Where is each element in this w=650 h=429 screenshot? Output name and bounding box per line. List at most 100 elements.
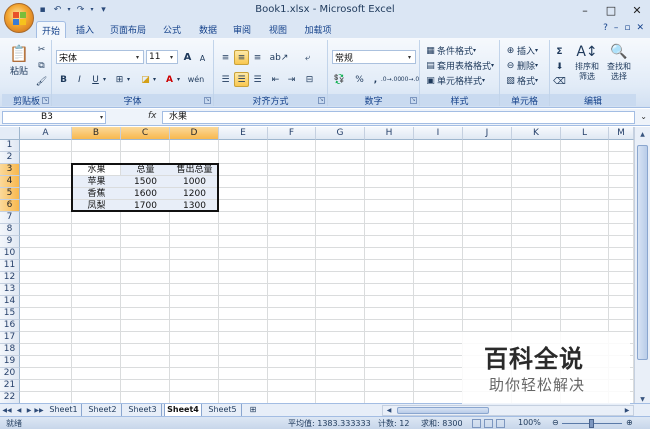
vertical-scroll-thumb[interactable] <box>637 145 648 360</box>
percent-button[interactable]: % <box>352 72 367 87</box>
row-header-13[interactable]: 13 <box>0 284 20 296</box>
minimize-button[interactable]: – <box>572 0 598 20</box>
increase-decimal-icon[interactable]: .0→.00 <box>381 72 401 87</box>
fill-icon[interactable]: ⬇ <box>552 59 567 74</box>
next-sheet-icon[interactable]: ▶ <box>24 405 34 416</box>
help-icon[interactable]: ? <box>603 23 608 33</box>
row-header-10[interactable]: 10 <box>0 248 20 260</box>
row-header-3[interactable]: 3 <box>0 164 20 176</box>
column-header-b[interactable]: B <box>72 127 121 140</box>
row-header-4[interactable]: 4 <box>0 176 20 188</box>
name-box[interactable]: B3 ▾ <box>2 111 106 124</box>
zoom-out-icon[interactable]: ⊖ <box>552 418 559 427</box>
number-launcher[interactable]: ↘ <box>410 97 417 104</box>
align-left-icon[interactable]: ☰ <box>218 72 233 87</box>
row-header-6[interactable]: 6 <box>0 200 20 212</box>
ribbon-minimize[interactable]: – <box>614 23 619 33</box>
align-bottom-icon[interactable]: ≡ <box>250 50 265 65</box>
tab-home[interactable]: 开始 <box>36 21 66 38</box>
column-header-l[interactable]: L <box>561 127 609 140</box>
column-header-a[interactable]: A <box>20 127 72 140</box>
tab-formulas[interactable]: 公式 <box>158 21 186 38</box>
row-header-18[interactable]: 18 <box>0 344 20 356</box>
alignment-launcher[interactable]: ↘ <box>318 97 325 104</box>
ribbon-close[interactable]: ✕ <box>636 23 644 33</box>
sort-filter-button[interactable]: A↕ 排序和 筛选 <box>572 42 602 82</box>
row-header-14[interactable]: 14 <box>0 296 20 308</box>
align-top-icon[interactable]: ≡ <box>218 50 233 65</box>
increase-indent-icon[interactable]: ⇥ <box>284 72 299 87</box>
row-header-15[interactable]: 15 <box>0 308 20 320</box>
insert-sheet-icon[interactable]: ⊞ <box>244 404 262 416</box>
cut-icon[interactable]: ✂ <box>34 42 49 57</box>
prev-sheet-icon[interactable]: ◀ <box>14 405 24 416</box>
row-header-8[interactable]: 8 <box>0 224 20 236</box>
accounting-format-icon[interactable]: 💱 <box>332 72 347 87</box>
number-format-combo[interactable]: 常规 ▾ <box>332 50 416 64</box>
row-header-9[interactable]: 9 <box>0 236 20 248</box>
delete-button[interactable]: ⊖ 删除 ▾ <box>504 59 538 73</box>
decrease-decimal-icon[interactable]: .00→.0 <box>399 72 419 87</box>
fill-color-dropdown[interactable]: ▾ <box>151 72 158 87</box>
align-center-icon[interactable]: ☰ <box>234 72 249 87</box>
column-header-e[interactable]: E <box>219 127 268 140</box>
column-header-k[interactable]: K <box>512 127 561 140</box>
font-color-dropdown[interactable]: ▾ <box>175 72 182 87</box>
maximize-button[interactable]: □ <box>598 0 624 20</box>
column-header-h[interactable]: H <box>365 127 414 140</box>
grow-font-button[interactable]: A <box>180 50 195 65</box>
row-header-2[interactable]: 2 <box>0 152 20 164</box>
tab-addins[interactable]: 加载项 <box>300 21 336 38</box>
align-right-icon[interactable]: ☰ <box>250 72 265 87</box>
border-dropdown[interactable]: ▾ <box>125 72 132 87</box>
bold-button[interactable]: B <box>56 72 71 87</box>
row-header-11[interactable]: 11 <box>0 260 20 272</box>
tab-view[interactable]: 视图 <box>264 21 292 38</box>
sheet-tab-2[interactable]: Sheet2 <box>84 404 122 416</box>
row-header-17[interactable]: 17 <box>0 332 20 344</box>
tab-data[interactable]: 数据 <box>194 21 222 38</box>
find-select-button[interactable]: 🔍 查找和 选择 <box>604 42 634 82</box>
row-header-1[interactable]: 1 <box>0 140 20 152</box>
row-header-7[interactable]: 7 <box>0 212 20 224</box>
scroll-right-icon[interactable]: ▶ <box>622 406 632 415</box>
select-all-corner[interactable] <box>0 127 20 140</box>
sheet-tab-5[interactable]: Sheet5 <box>204 404 242 416</box>
sheet-tab-3[interactable]: Sheet3 <box>124 404 162 416</box>
tab-insert[interactable]: 插入 <box>70 21 100 38</box>
row-header-5[interactable]: 5 <box>0 188 20 200</box>
column-header-c[interactable]: C <box>121 127 170 140</box>
last-sheet-icon[interactable]: ▶▶ <box>34 405 44 416</box>
format-painter-icon[interactable]: 🖌 <box>34 74 49 89</box>
row-header-21[interactable]: 21 <box>0 380 20 392</box>
cell-styles-button[interactable]: ▣ 单元格样式 ▾ <box>424 74 485 88</box>
autosum-button[interactable]: Σ <box>552 44 567 59</box>
sheet-tab-1[interactable]: Sheet1 <box>46 404 82 416</box>
row-header-12[interactable]: 12 <box>0 272 20 284</box>
wrap-text-icon[interactable]: ⤶ <box>300 50 315 65</box>
office-button[interactable] <box>4 3 34 33</box>
ribbon-restore[interactable]: ▫ <box>624 23 630 33</box>
clipboard-launcher[interactable]: ↘ <box>42 97 49 104</box>
zoom-in-icon[interactable]: ⊕ <box>626 418 633 427</box>
column-header-g[interactable]: G <box>316 127 365 140</box>
align-middle-icon[interactable]: ≡ <box>234 50 249 65</box>
tab-review[interactable]: 审阅 <box>228 21 256 38</box>
normal-view-icon[interactable] <box>472 419 481 428</box>
merge-center-icon[interactable]: ⊟ <box>302 72 317 87</box>
page-layout-view-icon[interactable] <box>484 419 493 428</box>
conditional-format-button[interactable]: ▦ 条件格式 ▾ <box>424 44 476 58</box>
formula-input[interactable]: 水果 <box>162 111 635 124</box>
zoom-level[interactable]: 100% <box>518 418 541 427</box>
column-header-j[interactable]: J <box>463 127 512 140</box>
orientation-icon[interactable]: ab↗ <box>268 50 290 65</box>
horizontal-scroll-thumb[interactable] <box>397 407 489 414</box>
font-launcher[interactable]: ↘ <box>204 97 211 104</box>
horizontal-scrollbar[interactable]: ◀ ▶ <box>382 405 634 416</box>
vertical-scrollbar[interactable]: ▲ ▼ <box>634 127 650 407</box>
clear-icon[interactable]: ⌫ <box>552 74 567 89</box>
page-break-view-icon[interactable] <box>496 419 505 428</box>
scroll-left-icon[interactable]: ◀ <box>384 406 394 415</box>
insert-function-button[interactable]: fx <box>148 111 157 121</box>
row-header-20[interactable]: 20 <box>0 368 20 380</box>
